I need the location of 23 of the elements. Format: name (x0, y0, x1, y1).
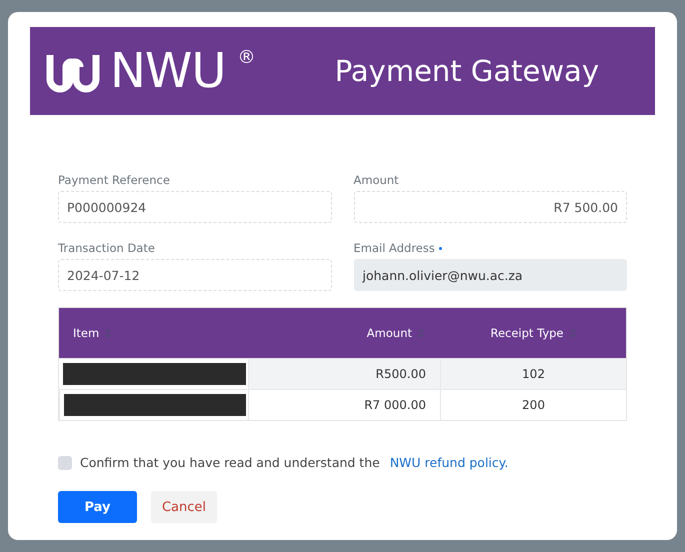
input-field[interactable]: 2024-07-12 (58, 259, 332, 291)
field-label: Payment Reference (58, 173, 170, 187)
table-cell: R7 000.00 (248, 389, 440, 420)
field-label: Email Address (354, 241, 435, 255)
pay-button[interactable]: Pay (58, 491, 137, 523)
field-label: Transaction Date (58, 241, 155, 255)
required-dot (438, 246, 442, 250)
table-cell: R500.00 (248, 358, 440, 389)
page-title: Payment Gateway (334, 54, 599, 88)
column-header[interactable]: Amount (248, 308, 440, 358)
logo-text: NWU (110, 45, 226, 97)
input-field[interactable]: R7 500.00 (354, 191, 627, 223)
column-header[interactable]: Item (59, 308, 248, 358)
refund-policy-link[interactable]: NWU refund policy. (390, 455, 508, 470)
registered-mark: ® (238, 47, 256, 69)
table-cell: 200 (440, 389, 626, 420)
field-label: Amount (354, 173, 399, 187)
input-field[interactable]: P000000924 (58, 191, 332, 223)
cancel-button[interactable]: Cancel (151, 491, 217, 523)
checkbox[interactable] (58, 456, 72, 470)
confirm-text: Confirm that you have read and understand the (80, 455, 380, 470)
table-cell: 102 (440, 358, 626, 389)
column-header[interactable]: Receipt Type (440, 308, 626, 358)
